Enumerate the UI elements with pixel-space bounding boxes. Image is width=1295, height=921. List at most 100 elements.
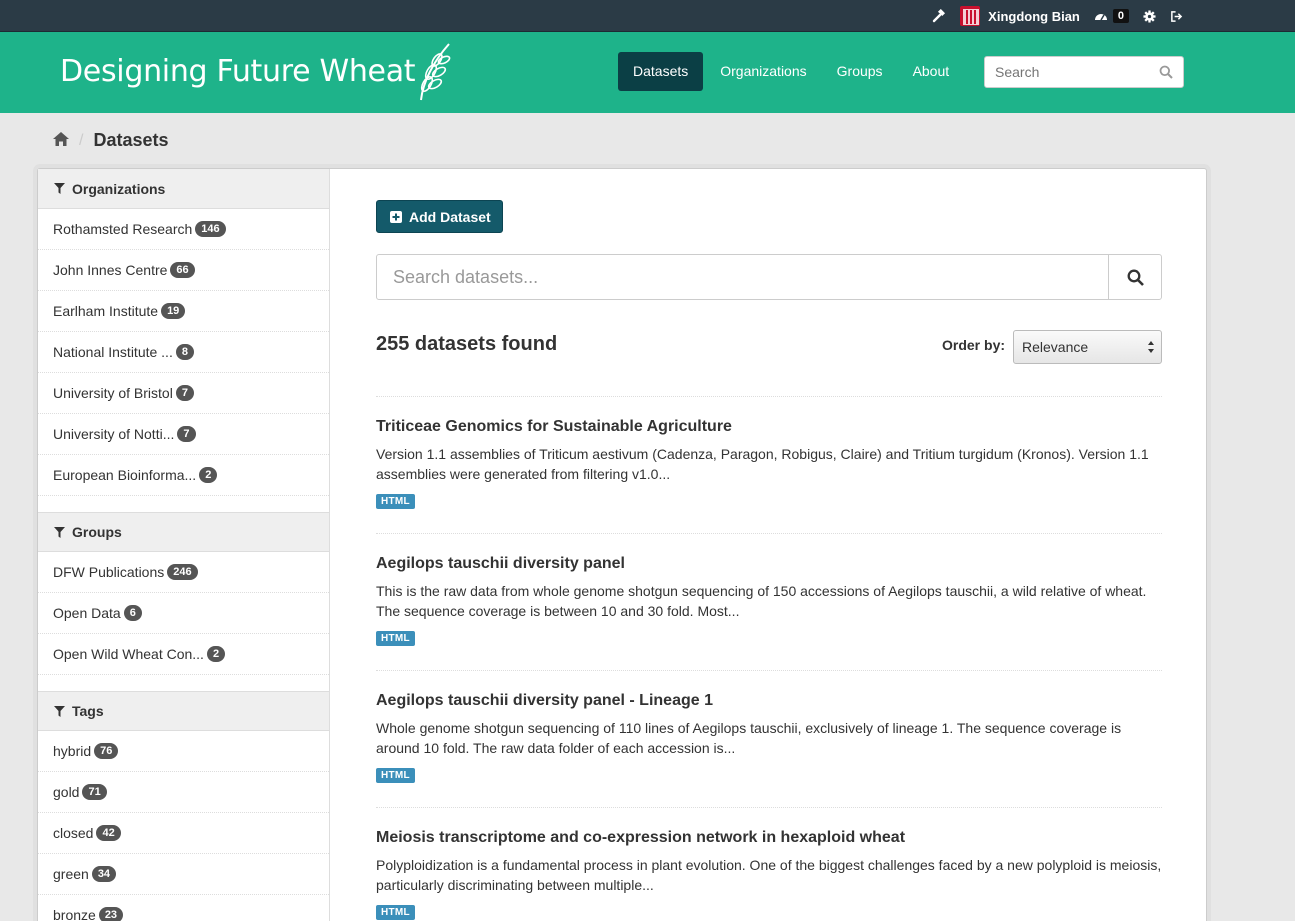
format-label[interactable]: HTML — [376, 768, 415, 783]
facet-count-badge: 42 — [96, 825, 121, 841]
breadcrumb-separator: / — [79, 131, 84, 149]
facet-label: University of Bristol — [53, 385, 173, 401]
facet-label: hybrid — [53, 743, 92, 759]
dataset-search: Search datasets... — [376, 254, 1162, 300]
facet-count-badge: 19 — [161, 303, 186, 319]
facet-list-tags: hybrid 76 gold 71 closed 42 green 34 bro… — [38, 731, 329, 921]
breadcrumb-current[interactable]: Datasets — [93, 130, 168, 151]
facet-item-tag[interactable]: bronze 23 — [38, 895, 329, 921]
account-bar: Xingdong Bian 0 — [0, 0, 1295, 32]
facet-item-org[interactable]: University of Notti... 7 — [38, 414, 329, 455]
dataset-title-link[interactable]: Meiosis transcriptome and co-expression … — [376, 829, 1162, 847]
facet-label: Earlham Institute — [53, 303, 159, 319]
main-nav: Datasets Organizations Groups About — [618, 52, 964, 91]
facet-item-org[interactable]: National Institute ... 8 — [38, 332, 329, 373]
facet-item-group[interactable]: Open Wild Wheat Con... 2 — [38, 634, 329, 675]
facet-count-badge: 2 — [199, 467, 218, 483]
dashboard-link[interactable]: 0 — [1094, 9, 1129, 23]
dataset-notes: Whole genome shotgun sequencing of 110 l… — [376, 720, 1122, 756]
facet-item-group[interactable]: Open Data 6 — [38, 593, 329, 634]
facet-item-org[interactable]: Rothamsted Research 146 — [38, 209, 329, 250]
search-icon[interactable] — [1159, 65, 1173, 82]
facet-count-badge: 76 — [94, 743, 119, 759]
facet-spacer — [38, 496, 329, 512]
add-dataset-label: Add Dataset — [409, 208, 491, 225]
facet-item-org[interactable]: University of Bristol 7 — [38, 373, 329, 414]
user-profile-link[interactable]: Xingdong Bian — [960, 6, 1080, 26]
facet-heading-groups: Groups — [38, 512, 329, 552]
facet-count-badge: 66 — [170, 262, 195, 278]
facet-label: closed — [53, 825, 94, 841]
facet-label: Open Data — [53, 605, 121, 621]
facet-heading-label: Organizations — [72, 180, 166, 197]
facet-spacer — [38, 675, 329, 691]
dataset-title-link[interactable]: Aegilops tauschii diversity panel — [376, 555, 1162, 573]
site-search-input[interactable] — [985, 57, 1145, 87]
facet-count-badge: 146 — [195, 221, 226, 237]
dataset-item: Meiosis transcriptome and co-expression … — [376, 807, 1162, 921]
facet-item-tag[interactable]: gold 71 — [38, 772, 329, 813]
facet-item-tag[interactable]: hybrid 76 — [38, 731, 329, 772]
facet-count-badge: 7 — [175, 385, 194, 401]
facet-heading-tags: Tags — [38, 691, 329, 731]
facet-label: University of Notti... — [53, 426, 175, 442]
plus-square-icon — [390, 210, 402, 223]
facet-label: Rothamsted Research — [53, 221, 193, 237]
facet-item-tag[interactable]: closed 42 — [38, 813, 329, 854]
avatar — [960, 6, 981, 26]
dataset-item: Triticeae Genomics for Sustainable Agric… — [376, 396, 1162, 533]
settings-gear-icon[interactable] — [1143, 9, 1156, 23]
facet-count-badge: 6 — [123, 605, 142, 621]
dataset-notes: This is the raw data from whole genome s… — [376, 583, 1147, 619]
dataset-list: Triticeae Genomics for Sustainable Agric… — [376, 396, 1162, 921]
facet-item-group[interactable]: DFW Publications 246 — [38, 552, 329, 593]
facet-count-badge: 8 — [175, 344, 194, 360]
facet-label: National Institute ... — [53, 344, 173, 360]
facet-label: gold — [53, 784, 80, 800]
format-label[interactable]: HTML — [376, 494, 415, 509]
content-wrapper: Organizations Rothamsted Research 146 Jo… — [37, 168, 1207, 921]
facet-count-badge: 71 — [82, 784, 107, 800]
facet-item-org[interactable]: European Bioinforma... 2 — [38, 455, 329, 496]
facet-item-org[interactable]: John Innes Centre 66 — [38, 250, 329, 291]
facet-count-badge: 7 — [177, 426, 196, 442]
nav-datasets[interactable]: Datasets — [618, 52, 704, 91]
dataset-notes: Version 1.1 assemblies of Triticum aesti… — [376, 446, 1149, 482]
facet-list-organizations: Rothamsted Research 146 John Innes Centr… — [38, 209, 329, 512]
dataset-search-button[interactable] — [1108, 255, 1161, 299]
order-by-select[interactable]: Relevance — [1013, 330, 1162, 364]
nav-groups[interactable]: Groups — [822, 52, 898, 91]
site-title[interactable]: Designing Future Wheat — [60, 54, 416, 89]
facet-heading-organizations: Organizations — [38, 169, 329, 209]
facet-count-badge: 2 — [206, 646, 226, 662]
dataset-search-input[interactable]: Search datasets... — [393, 267, 538, 288]
add-dataset-button[interactable]: Add Dataset — [376, 200, 503, 233]
format-label[interactable]: HTML — [376, 631, 415, 646]
facet-item-org[interactable]: Earlham Institute 19 — [38, 291, 329, 332]
facet-count-badge: 23 — [98, 907, 124, 921]
dataset-notes: Polyploidization is a fundamental proces… — [376, 857, 1162, 893]
sysadmin-hammer-icon[interactable] — [932, 9, 946, 23]
order-by-value: Relevance — [1022, 339, 1089, 355]
nav-about[interactable]: About — [898, 52, 965, 91]
dataset-item: Aegilops tauschii diversity panel - Line… — [376, 670, 1162, 807]
nav-organizations[interactable]: Organizations — [705, 52, 821, 91]
facet-count-badge: 34 — [91, 866, 117, 882]
select-arrows-icon — [1148, 341, 1154, 353]
activity-count-badge: 0 — [1112, 9, 1129, 23]
masthead: Designing Future Wheat Datasets Organiza… — [0, 32, 1295, 113]
facet-heading-label: Tags — [72, 703, 104, 719]
facet-label: DFW Publications — [53, 564, 165, 580]
format-label[interactable]: HTML — [376, 905, 415, 920]
user-name: Xingdong Bian — [988, 8, 1080, 24]
facet-heading-label: Groups — [72, 524, 122, 540]
home-icon[interactable] — [53, 130, 69, 151]
facet-list-groups: DFW Publications 246 Open Data 6 Open Wi… — [38, 552, 329, 691]
dataset-title-link[interactable]: Triticeae Genomics for Sustainable Agric… — [376, 418, 1162, 436]
dataset-title-link[interactable]: Aegilops tauschii diversity panel - Line… — [376, 692, 1162, 710]
facet-item-tag[interactable]: green 34 — [38, 854, 329, 895]
logout-icon[interactable] — [1170, 10, 1183, 23]
site-search — [984, 56, 1184, 88]
facet-label: Open Wild Wheat Con... — [53, 646, 204, 662]
filter-icon — [54, 183, 65, 194]
